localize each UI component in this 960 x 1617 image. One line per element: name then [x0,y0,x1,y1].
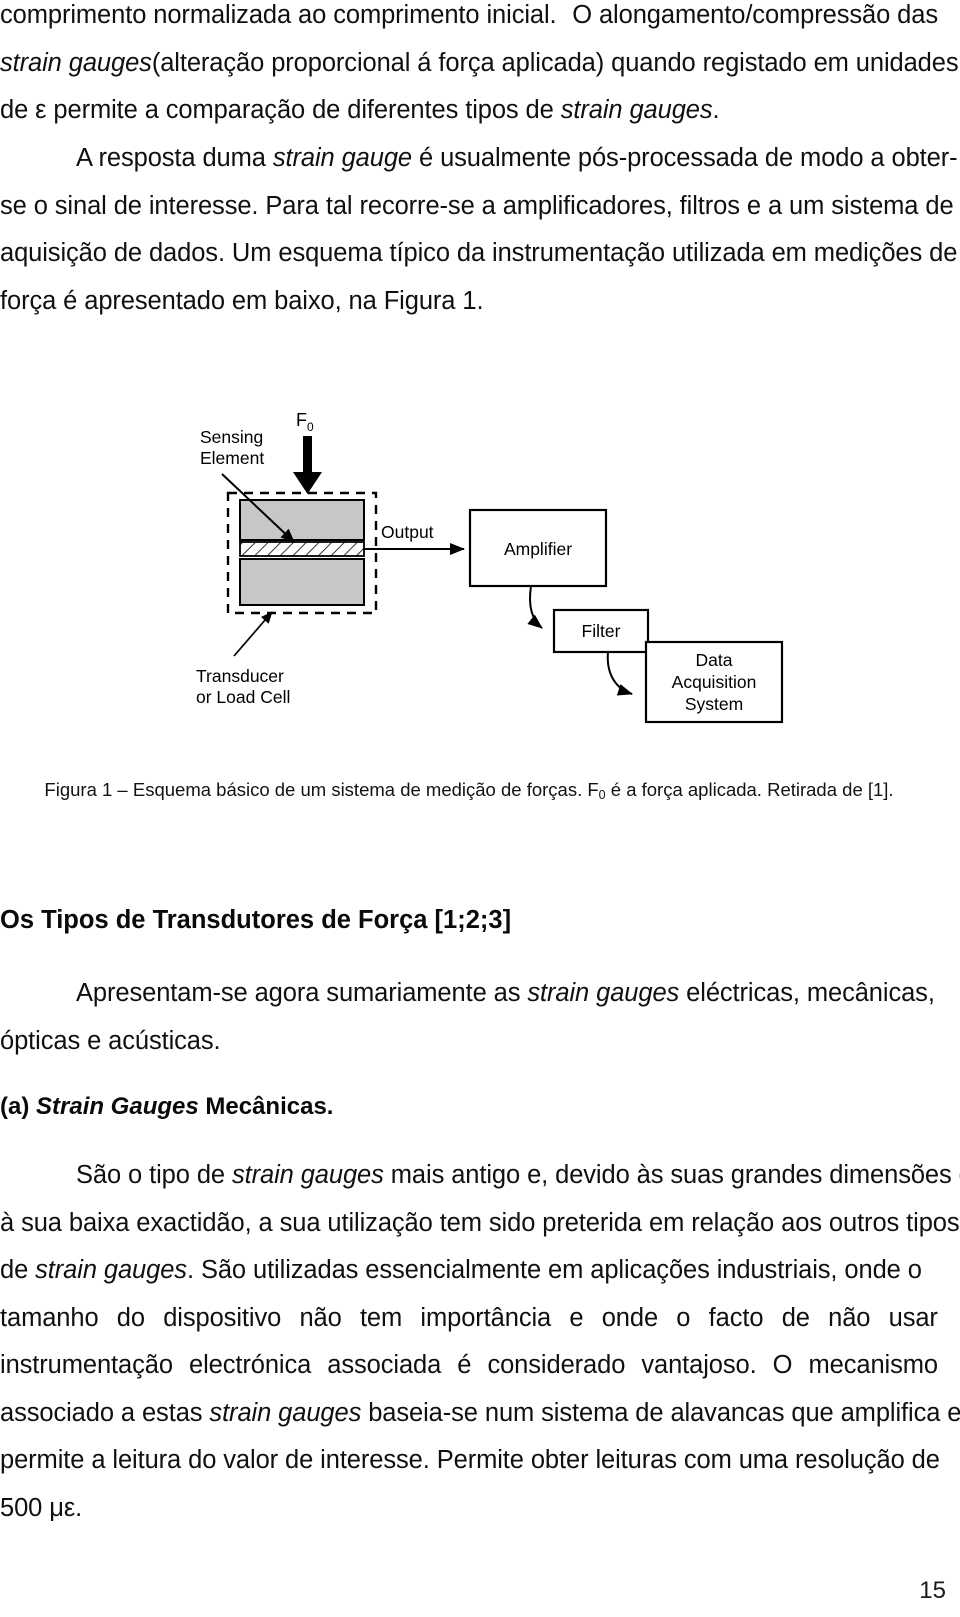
sensing-element-label-line1: Sensing [200,427,263,447]
paragraph-2-line-2: se o sinal de interesse. Para tal recorr… [0,191,954,220]
paragraph-1-line-3: de ε permite a comparação de diferentes … [0,87,938,135]
paragraph-2-line-3: aquisição de dados. Um esquema típico da… [0,239,958,267]
paragraph-1-line-2-rest: (alteração proporcional á força aplicada… [151,48,959,77]
daq-label-line3: System [685,694,743,714]
paragraph-1-line-3a: de ε permite a comparação de diferentes … [0,96,561,124]
subsection-italic: Strain Gauges [36,1093,199,1120]
paragraph-3: Apresentam-se agora sumariamente as stra… [0,970,938,1065]
paragraph-4-line-6b: baseia-se num sistema de alavancas que a… [361,1398,960,1427]
paragraph-2-line-1: A resposta duma strain gauge é usualment… [0,135,958,183]
figure-force-label: F0 [296,410,314,434]
filter-label: Filter [582,621,621,641]
paragraph-1-line-1a: comprimento normalizada ao comprimento i… [0,1,557,29]
paragraph-4-line-1b: mais antigo e, devido às suas grandes di… [383,1161,960,1189]
figure-1-diagram: F0 Sensing Element Transducer or Load Ce… [176,392,796,732]
paragraph-4-line-3-italic: strain gauges [35,1256,187,1284]
figure-caption-suffix: é a força aplicada. Retirada de [1]. [605,779,894,800]
paragraph-4-line-3a: de [0,1256,36,1284]
paragraph-1-line-3b: . [712,96,720,124]
paragraph-3-line-1-italic: strain gauges [527,979,680,1007]
paragraph-4-line-3: de strain gauges. São utilizadas essenci… [0,1247,938,1295]
daq-label-line1: Data [696,650,733,670]
paragraph-4-line-6a: associado a estas [0,1398,210,1427]
amplifier-to-filter-arrow [527,585,543,629]
output-label: Output [381,522,434,542]
paragraph-2-line-4: força é apresentado em baixo, na Figura … [0,286,484,315]
paragraph-4-line-1: São o tipo de strain gauges mais antigo … [0,1152,960,1200]
paragraph-4-line-1-italic: strain gauges [231,1161,384,1189]
paragraph-1: comprimento normalizada ao comprimento i… [0,0,959,135]
figure-caption-sub: 0 [598,788,606,802]
paragraph-2-line-1b: é usualmente pós-processada de modo a ob… [412,144,958,172]
amplifier-label: Amplifier [504,539,572,559]
paragraph-4-line-7: permite a leitura do valor de interesse.… [0,1446,940,1474]
section-heading: Os Tipos de Transdutores de Força [1;2;3… [0,906,512,934]
filter-to-daq-arrow [606,651,633,696]
paragraph-4-line-4: tamanho do dispositivo não tem importância e on… [0,1303,938,1332]
document-page: comprimento normalizada ao comprimento i… [0,0,960,1617]
force-arrow-icon [293,436,322,494]
paragraph-1-line-2: strain gauges (alteração proporcional á … [0,40,959,88]
paragraph-3-line-2: ópticas e acústicas. [0,1026,221,1055]
paragraph-2-line-1a: A resposta duma [76,144,273,172]
paragraph-4-line-3b: . São utilizadas essencialmente em aplic… [186,1256,922,1284]
paragraph-4: São o tipo de strain gauges mais antigo … [0,1152,960,1532]
paragraph-2-line-1-italic: strain gauge [272,144,413,172]
daq-label-line2: Acquisition [672,672,757,692]
sensing-element-hatched [239,541,365,557]
paragraph-4-line-6-italic: strain gauges [209,1398,362,1427]
paragraph-2: A resposta duma strain gauge é usualment… [0,135,958,325]
paragraph-4-line-6: associado a estas strain gauges baseia-s… [0,1390,960,1438]
paragraph-1-line-1b: O alongamento/compressão das [572,1,938,29]
transducer-pointer [233,611,273,657]
lower-block [239,558,365,606]
subsection-heading: (a) Strain Gauges Mecânicas. [0,1091,333,1123]
paragraph-3-line-1b: eléctricas, mecânicas, [679,979,935,1007]
paragraph-4-line-8: 500 με. [0,1493,83,1522]
paragraph-1-line-2-italic: strain gauges [0,48,152,77]
transducer-label-line1: Transducer [196,666,284,686]
subsection-prefix: (a) [0,1093,36,1120]
paragraph-1-line-3-italic: strain gauges [560,96,713,124]
transducer-label-line2: or Load Cell [196,687,290,707]
figure-caption-prefix: Figura 1 – Esquema básico de um sistema … [44,779,599,800]
paragraph-4-line-2: à sua baixa exactidão, a sua utilização … [0,1208,960,1237]
paragraph-1-line-1: comprimento normalizada ao comprimento i… [0,0,938,40]
paragraph-3-line-1a: Apresentam-se agora sumariamente as [76,979,528,1007]
paragraph-4-line-1a: São o tipo de [76,1161,232,1189]
paragraph-3-line-1: Apresentam-se agora sumariamente as stra… [0,970,938,1018]
upper-block [239,499,365,541]
subsection-suffix: Mecânicas. [198,1093,334,1120]
sensing-element-label-line2: Element [200,448,264,468]
paragraph-4-line-5: instrumentação electrónica associada é consi… [0,1351,938,1379]
page-number: 15 [919,1577,946,1604]
figure-1-caption: Figura 1 – Esquema básico de um sistema … [0,777,938,808]
